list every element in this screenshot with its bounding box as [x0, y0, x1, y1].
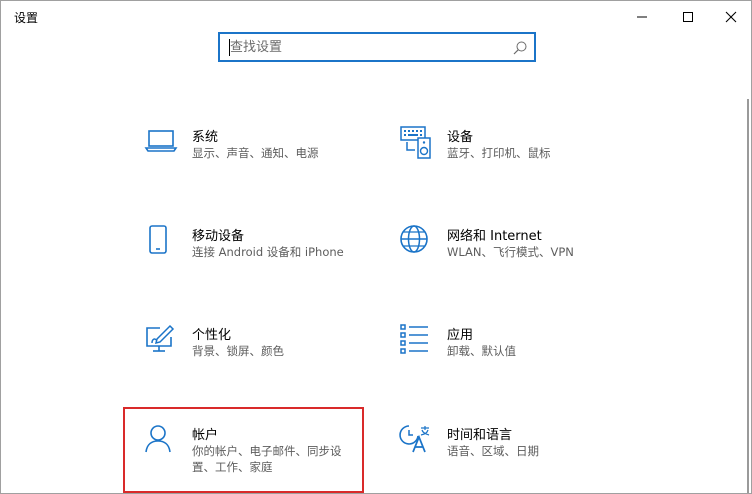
- category-title: 个性化: [192, 328, 232, 343]
- category-apps[interactable]: 应用 卸载、默认值: [399, 324, 639, 384]
- search-box[interactable]: [218, 32, 536, 62]
- settings-window: 设置 系统: [0, 0, 752, 494]
- minimize-button[interactable]: [619, 1, 665, 33]
- globe-icon: [400, 225, 428, 253]
- category-description: WLAN、飞行模式、VPN: [447, 245, 574, 259]
- close-icon: [725, 11, 737, 23]
- category-title: 系统: [192, 130, 219, 145]
- personalization-icon: [146, 324, 175, 352]
- category-description: 语音、区域、日期: [447, 444, 539, 458]
- category-system[interactable]: 系统 显示、声音、通知、电源: [144, 126, 384, 186]
- maximize-icon: [683, 12, 693, 22]
- category-description: 连接 Android 设备和 iPhone: [192, 245, 344, 259]
- category-description: 背景、锁屏、颜色: [192, 344, 284, 358]
- category-network[interactable]: 网络和 Internet WLAN、飞行模式、VPN: [399, 225, 639, 285]
- category-description: 卸载、默认值: [447, 344, 516, 358]
- time-language-icon: [399, 425, 430, 453]
- category-personalization[interactable]: 个性化 背景、锁屏、颜色: [144, 324, 384, 384]
- scrollbar[interactable]: [747, 99, 749, 493]
- category-title: 设备: [447, 130, 474, 145]
- category-phone[interactable]: 移动设备 连接 Android 设备和 iPhone: [144, 225, 384, 285]
- category-devices[interactable]: 设备 蓝牙、打印机、鼠标: [399, 126, 639, 186]
- text-caret: [229, 39, 230, 56]
- search-icon[interactable]: [512, 40, 528, 56]
- category-description: 蓝牙、打印机、鼠标: [447, 146, 551, 160]
- apps-list-icon: [400, 324, 428, 354]
- devices-icon: [400, 126, 431, 159]
- minimize-icon: [637, 16, 647, 18]
- search-input[interactable]: [222, 35, 502, 59]
- phone-icon: [149, 225, 167, 254]
- category-title: 网络和 Internet: [447, 229, 542, 244]
- category-time-language[interactable]: 时间和语言 语音、区域、日期: [399, 424, 639, 484]
- category-title: 移动设备: [192, 229, 245, 244]
- category-description: 显示、声音、通知、电源: [192, 146, 319, 160]
- category-title: 时间和语言: [447, 428, 513, 443]
- highlight-box: [123, 407, 364, 493]
- laptop-icon: [144, 130, 178, 152]
- title-bar: 设置: [1, 1, 751, 33]
- window-title: 设置: [14, 11, 39, 25]
- close-button[interactable]: [708, 1, 751, 33]
- maximize-button[interactable]: [665, 1, 711, 33]
- category-title: 应用: [447, 328, 474, 343]
